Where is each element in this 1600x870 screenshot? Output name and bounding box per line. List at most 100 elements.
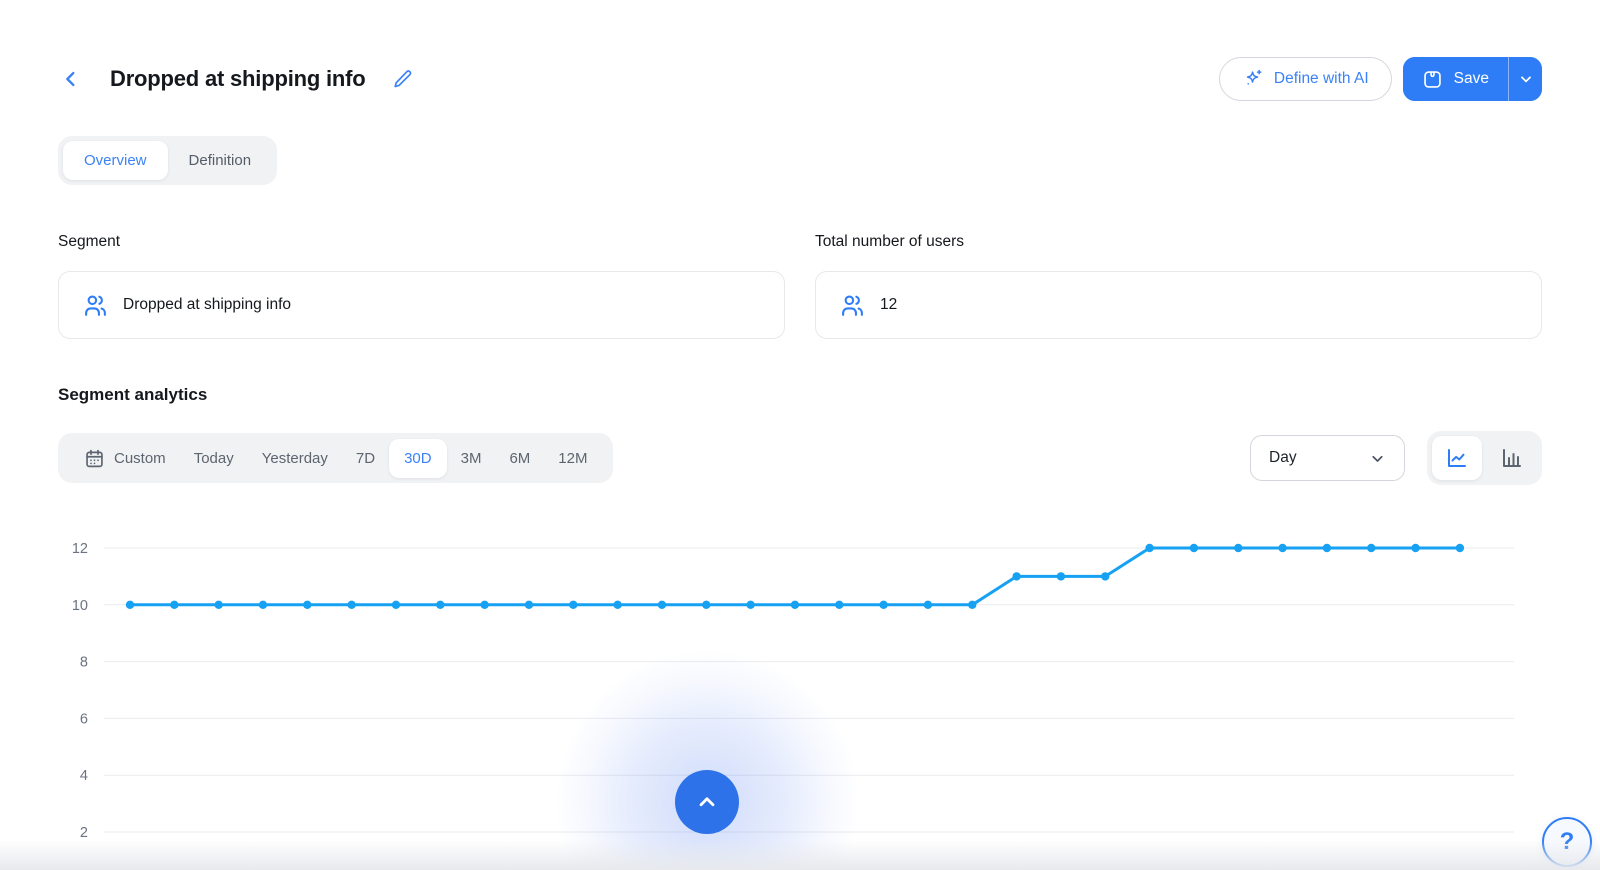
topbar: Dropped at shipping info Define with AI	[58, 56, 1542, 102]
data-point[interactable]	[835, 600, 844, 609]
data-point[interactable]	[214, 600, 223, 609]
segment-value: Dropped at shipping info	[123, 296, 292, 313]
floppy-disk-icon	[1422, 69, 1443, 90]
range-option-label: Custom	[114, 449, 166, 467]
data-point[interactable]	[258, 600, 268, 609]
range-option-yesterday[interactable]: Yesterday	[248, 439, 342, 478]
segment-analytics-title: Segment analytics	[58, 385, 208, 404]
data-point[interactable]	[1056, 572, 1066, 581]
data-point[interactable]	[303, 600, 312, 609]
y-tick-label: 10	[72, 598, 88, 614]
range-option-label: 3M	[460, 449, 482, 467]
bar-chart-icon	[1500, 446, 1524, 470]
sparkle-icon	[1242, 68, 1264, 90]
total-users-label: Total number of users	[815, 233, 965, 250]
save-options-button[interactable]	[1509, 57, 1542, 101]
view-tabs: Overview Definition	[58, 136, 278, 185]
data-point[interactable]	[1411, 543, 1420, 553]
range-option-12m[interactable]: 12M	[544, 439, 601, 478]
data-point[interactable]	[879, 600, 888, 609]
edit-title-button[interactable]	[390, 66, 416, 92]
back-button[interactable]	[58, 66, 84, 92]
users-icon	[83, 293, 108, 318]
range-option-30d[interactable]: 30D	[389, 438, 447, 478]
data-point[interactable]	[480, 600, 489, 609]
segment-field: Segment Dropped at shipping info	[58, 233, 785, 339]
data-point[interactable]	[1278, 543, 1287, 553]
define-with-ai-button[interactable]: Define with AI	[1218, 57, 1392, 101]
trend-line	[130, 546, 1460, 607]
data-point[interactable]	[436, 600, 445, 609]
analytics-controls: Custom Today Yesterday 7D 30D 3M 6M 12M Day	[58, 431, 1542, 485]
question-mark-icon: ?	[1559, 828, 1575, 855]
y-tick-label: 8	[80, 655, 88, 671]
data-point[interactable]	[125, 600, 135, 609]
granularity-value: Day	[1269, 449, 1297, 466]
data-point[interactable]	[746, 600, 755, 609]
range-option-label: Yesterday	[261, 449, 328, 467]
range-option-label: 7D	[355, 449, 376, 467]
range-option-label: 6M	[509, 449, 531, 467]
define-with-ai-label: Define with AI	[1273, 70, 1369, 87]
bar-chart-toggle-button[interactable]	[1487, 436, 1537, 480]
segment-card[interactable]: Dropped at shipping info	[58, 271, 785, 339]
analytics-controls-right: Day	[1250, 431, 1542, 485]
granularity-select[interactable]: Day	[1250, 435, 1405, 481]
data-point[interactable]	[613, 600, 622, 609]
data-point[interactable]	[657, 600, 667, 609]
segment-analytics-chart: 12 10 8 6 4 2	[72, 541, 1514, 841]
data-point[interactable]	[524, 600, 534, 609]
data-point[interactable]	[1322, 543, 1332, 553]
tab-overview[interactable]: Overview	[63, 141, 168, 180]
range-option-label: 12M	[558, 449, 588, 467]
segment-overview-page: Dropped at shipping info Define with AI	[0, 0, 1600, 870]
chevron-left-icon	[60, 68, 82, 90]
range-option-today[interactable]: Today	[180, 439, 248, 478]
data-point[interactable]	[347, 600, 356, 609]
help-button[interactable]: ?	[1542, 817, 1592, 867]
range-option-3m[interactable]: 3M	[447, 439, 496, 478]
data-point[interactable]	[1367, 543, 1376, 553]
chart-type-toggle	[1427, 431, 1542, 485]
overview-fields: Segment Dropped at shipping info Total n…	[58, 233, 1542, 339]
date-range-picker: Custom Today Yesterday 7D 30D 3M 6M 12M	[58, 433, 614, 483]
calendar-icon	[84, 448, 105, 469]
data-point[interactable]	[1101, 572, 1110, 581]
pencil-icon	[392, 68, 414, 90]
data-point[interactable]	[1455, 543, 1465, 553]
save-label: Save	[1453, 70, 1489, 87]
save-split-button: Save	[1402, 57, 1542, 101]
range-option-label: 30D	[404, 449, 432, 467]
data-point[interactable]	[1189, 543, 1199, 553]
scroll-top-button[interactable]	[675, 770, 739, 834]
range-option-label: Today	[193, 449, 234, 467]
data-point[interactable]	[569, 600, 578, 609]
range-option-6m[interactable]: 6M	[495, 439, 544, 478]
chevron-down-icon	[1518, 71, 1534, 87]
users-icon	[840, 293, 865, 318]
data-point[interactable]	[1012, 572, 1021, 581]
data-point[interactable]	[170, 600, 179, 609]
y-tick-label: 6	[80, 711, 88, 727]
total-users-card: 12	[815, 271, 1542, 339]
data-point[interactable]	[702, 600, 711, 609]
chevron-down-icon	[1369, 450, 1386, 467]
save-button[interactable]: Save	[1402, 57, 1508, 101]
chevron-up-icon	[694, 789, 720, 815]
y-tick-label: 4	[80, 768, 88, 784]
data-point[interactable]	[923, 600, 933, 609]
range-option-custom[interactable]: Custom	[70, 439, 180, 478]
tab-definition[interactable]: Definition	[168, 141, 273, 180]
data-point[interactable]	[968, 600, 977, 609]
total-users-field: Total number of users 12	[815, 233, 1542, 339]
total-users-value: 12	[880, 296, 898, 313]
data-point[interactable]	[790, 600, 800, 609]
data-point[interactable]	[391, 600, 401, 609]
data-point[interactable]	[1145, 543, 1154, 553]
y-tick-label: 12	[72, 541, 88, 557]
line-chart-toggle-button[interactable]	[1432, 436, 1482, 480]
data-point[interactable]	[1234, 543, 1243, 553]
line-chart-icon	[1445, 446, 1469, 470]
page-title: Dropped at shipping info	[110, 66, 366, 91]
range-option-7d[interactable]: 7D	[342, 439, 389, 478]
